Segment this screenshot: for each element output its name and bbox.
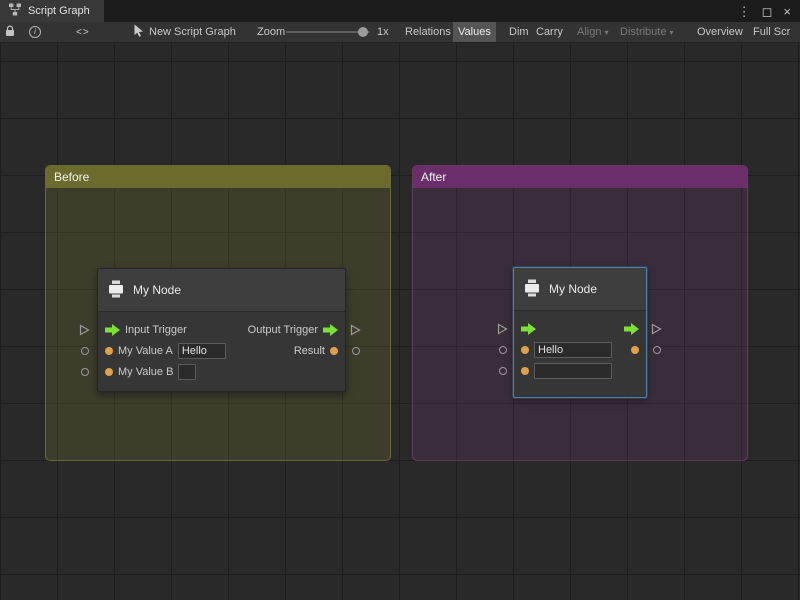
graph-toolbar: i <> New Script Graph Zoom 1x Relations … bbox=[0, 22, 800, 43]
value-a-port-row: My Value A Result bbox=[98, 340, 345, 361]
value-a-input[interactable] bbox=[178, 343, 226, 359]
code-view-button[interactable]: <> bbox=[76, 22, 90, 42]
output-trigger-port-icon[interactable] bbox=[323, 324, 338, 336]
ext-result-marker[interactable] bbox=[653, 346, 661, 354]
carry-button[interactable]: Carry bbox=[531, 22, 568, 42]
result-label: Result bbox=[294, 345, 325, 357]
overview-button[interactable]: Overview bbox=[692, 22, 748, 42]
result-port-icon[interactable] bbox=[631, 346, 639, 354]
ext-value-a-marker[interactable] bbox=[499, 346, 507, 354]
ext-trigger-in-marker[interactable] bbox=[79, 324, 90, 336]
fullscreen-button[interactable]: Full Scr bbox=[748, 22, 795, 42]
value-a-port-icon[interactable] bbox=[521, 346, 529, 354]
value-b-label: My Value B bbox=[118, 366, 173, 378]
trigger-port-row: Input Trigger Output Trigger bbox=[98, 319, 345, 340]
window-controls: ⋮ ◻ × bbox=[738, 0, 800, 22]
group-after-label: After bbox=[421, 170, 446, 184]
chevron-down-icon: ▾ bbox=[669, 28, 673, 37]
value-b-port-row bbox=[514, 360, 646, 381]
pointer-icon bbox=[133, 24, 145, 40]
window-tab-bar: Script Graph ⋮ ◻ × bbox=[0, 0, 800, 22]
node-title: My Node bbox=[133, 283, 181, 297]
ext-result-marker[interactable] bbox=[352, 347, 360, 355]
new-script-graph-button[interactable]: New Script Graph bbox=[133, 22, 236, 42]
node-title: My Node bbox=[549, 282, 597, 296]
value-b-port-icon[interactable] bbox=[521, 367, 529, 375]
tab-title: Script Graph bbox=[28, 5, 90, 17]
value-a-input[interactable] bbox=[534, 342, 612, 358]
zoom-slider[interactable] bbox=[286, 22, 374, 42]
output-trigger-port-icon[interactable] bbox=[624, 323, 639, 335]
unit-icon bbox=[107, 280, 125, 301]
distribute-dropdown-button[interactable]: Distribute ▾ bbox=[615, 22, 678, 42]
ext-value-b-marker[interactable] bbox=[499, 367, 507, 375]
ext-trigger-in-marker[interactable] bbox=[497, 323, 508, 335]
dim-button[interactable]: Dim bbox=[504, 22, 534, 42]
node-my-node-before[interactable]: My Node Input Trigger Output Trigger My … bbox=[97, 268, 346, 392]
zoom-slider-knob[interactable] bbox=[358, 27, 368, 37]
graph-canvas[interactable]: Before After My Node Input Trigger Outpu… bbox=[0, 43, 800, 600]
ext-trigger-out-marker[interactable] bbox=[651, 323, 662, 335]
kebab-menu-icon[interactable]: ⋮ bbox=[738, 5, 751, 18]
lock-button[interactable] bbox=[5, 22, 15, 42]
node-before-body: Input Trigger Output Trigger My Value A … bbox=[98, 312, 345, 391]
zoom-value: 1x bbox=[377, 22, 389, 42]
value-b-port-icon[interactable] bbox=[105, 368, 113, 376]
value-a-port-icon[interactable] bbox=[105, 347, 113, 355]
input-trigger-port-icon[interactable] bbox=[521, 323, 536, 335]
value-a-port-row bbox=[514, 339, 646, 360]
script-graph-icon bbox=[8, 3, 22, 19]
info-icon: i bbox=[29, 26, 41, 38]
value-b-input[interactable] bbox=[534, 363, 612, 379]
new-script-graph-label: New Script Graph bbox=[149, 26, 236, 38]
node-my-node-after[interactable]: My Node bbox=[513, 267, 647, 398]
relations-button[interactable]: Relations bbox=[400, 22, 456, 42]
node-after-body bbox=[514, 311, 646, 397]
input-trigger-label: Input Trigger bbox=[125, 324, 187, 336]
value-b-input[interactable] bbox=[178, 364, 196, 380]
node-before-header[interactable]: My Node bbox=[98, 269, 345, 312]
trigger-port-row bbox=[514, 318, 646, 339]
group-before-label: Before bbox=[54, 170, 89, 184]
maximize-icon[interactable]: ◻ bbox=[762, 5, 773, 18]
values-button[interactable]: Values bbox=[453, 22, 496, 42]
input-trigger-port-icon[interactable] bbox=[105, 324, 120, 336]
unit-icon bbox=[523, 279, 541, 300]
chevron-down-icon: ▾ bbox=[604, 28, 608, 37]
node-after-header[interactable]: My Node bbox=[514, 268, 646, 311]
info-button[interactable]: i bbox=[29, 22, 41, 42]
group-after-header[interactable]: After bbox=[413, 166, 747, 188]
zoom-label: Zoom bbox=[257, 22, 285, 42]
align-dropdown-button[interactable]: Align ▾ bbox=[572, 22, 613, 42]
close-icon[interactable]: × bbox=[783, 5, 791, 18]
value-b-port-row: My Value B bbox=[98, 361, 345, 382]
result-port-icon[interactable] bbox=[330, 347, 338, 355]
value-a-label: My Value A bbox=[118, 345, 173, 357]
group-before-header[interactable]: Before bbox=[46, 166, 390, 188]
lock-icon bbox=[5, 25, 15, 40]
ext-value-b-marker[interactable] bbox=[81, 368, 89, 376]
ext-trigger-out-marker[interactable] bbox=[350, 324, 361, 336]
output-trigger-label: Output Trigger bbox=[248, 324, 318, 336]
code-icon: <> bbox=[76, 27, 90, 38]
tab-script-graph[interactable]: Script Graph bbox=[0, 0, 104, 22]
ext-value-a-marker[interactable] bbox=[81, 347, 89, 355]
